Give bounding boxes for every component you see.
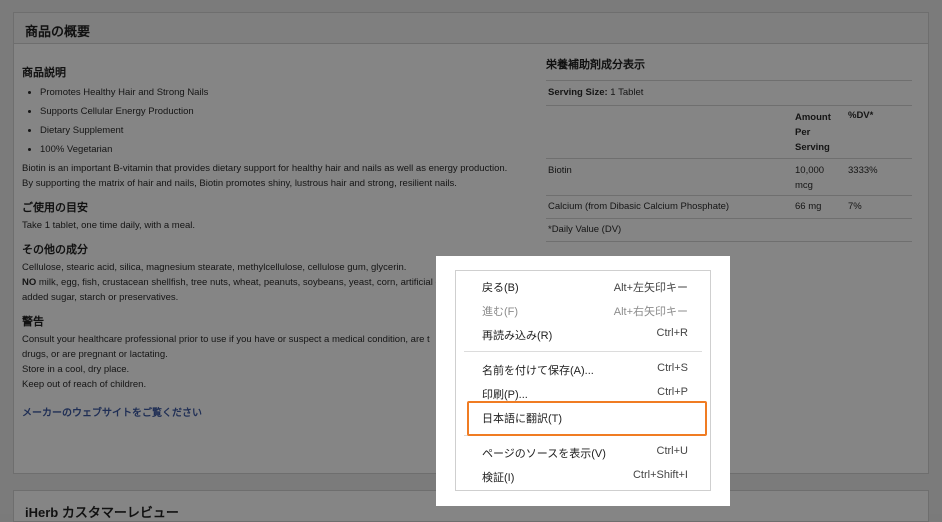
supplement-facts-title: 栄養補助剤成分表示	[546, 59, 645, 71]
description-heading: 商品説明	[22, 67, 66, 79]
feature-item: Dietary Supplement	[40, 123, 512, 138]
nutrient-amount: 66 mg	[795, 201, 822, 212]
menu-item-save-as[interactable]: 名前を付けて保存(A)... Ctrl+S	[456, 358, 710, 380]
amount-column-header: Amount Per Serving	[795, 112, 831, 153]
description-text: Biotin is an important B-vitamin that pr…	[22, 163, 508, 189]
menu-item-view-source[interactable]: ページのソースを表示(V) Ctrl+U	[456, 441, 710, 463]
table-header-row: Amount Per Serving %DV*	[546, 106, 912, 159]
menu-item-reload[interactable]: 再読み込み(R) Ctrl+R	[456, 323, 710, 345]
supplement-facts: 栄養補助剤成分表示 Serving Size: 1 Tablet Amount …	[546, 56, 912, 242]
context-menu: 戻る(B) Alt+左矢印キー 進む(F) Alt+右矢印キー 再読み込み(R)…	[455, 270, 711, 491]
nutrient-amount: 10,000 mcg	[795, 165, 825, 191]
nutrient-dv: 7%	[848, 201, 862, 212]
footnote-row: *Daily Value (DV)	[546, 219, 912, 242]
dv-column-header: %DV*	[848, 110, 874, 121]
reviews-title: iHerb カスタマーレビュー	[25, 505, 179, 520]
menu-separator	[464, 351, 702, 352]
nutrient-row: Calcium (from Dibasic Calcium Phosphate)…	[546, 196, 912, 219]
feature-list: Promotes Healthy Hair and Strong Nails S…	[40, 85, 512, 157]
panel-header: 商品の概要	[14, 13, 928, 44]
allergen-text: milk, egg, fish, crustacean shellfish, t…	[36, 277, 441, 288]
nutrient-name: Calcium (from Dibasic Calcium Phosphate)	[548, 201, 730, 212]
menu-item-back[interactable]: 戻る(B) Alt+左矢印キー	[456, 275, 710, 297]
no-label: NO	[22, 277, 37, 288]
translate-highlight-box	[467, 401, 707, 436]
serving-size-label: Serving Size:	[548, 87, 608, 98]
menu-item-forward[interactable]: 進む(F) Alt+右矢印キー	[456, 299, 710, 321]
feature-item: Supports Cellular Energy Production	[40, 104, 512, 119]
nutrient-dv: 3333%	[848, 165, 878, 176]
feature-item: Promotes Healthy Hair and Strong Nails	[40, 85, 512, 100]
feature-item: 100% Vegetarian	[40, 142, 512, 157]
nutrient-row: Biotin 10,000 mcg 3333%	[546, 159, 912, 196]
panel-title: 商品の概要	[25, 24, 91, 39]
serving-size-value: 1 Tablet	[607, 87, 644, 98]
daily-value-footnote: *Daily Value (DV)	[548, 224, 622, 235]
menu-item-inspect[interactable]: 検証(I) Ctrl+Shift+I	[456, 465, 710, 487]
usage-text: Take 1 tablet, one time daily, with a me…	[22, 220, 196, 231]
usage-heading: ご使用の目安	[22, 202, 88, 214]
serving-size-row: Serving Size: 1 Tablet	[546, 80, 912, 106]
nutrient-name: Biotin	[548, 165, 572, 176]
